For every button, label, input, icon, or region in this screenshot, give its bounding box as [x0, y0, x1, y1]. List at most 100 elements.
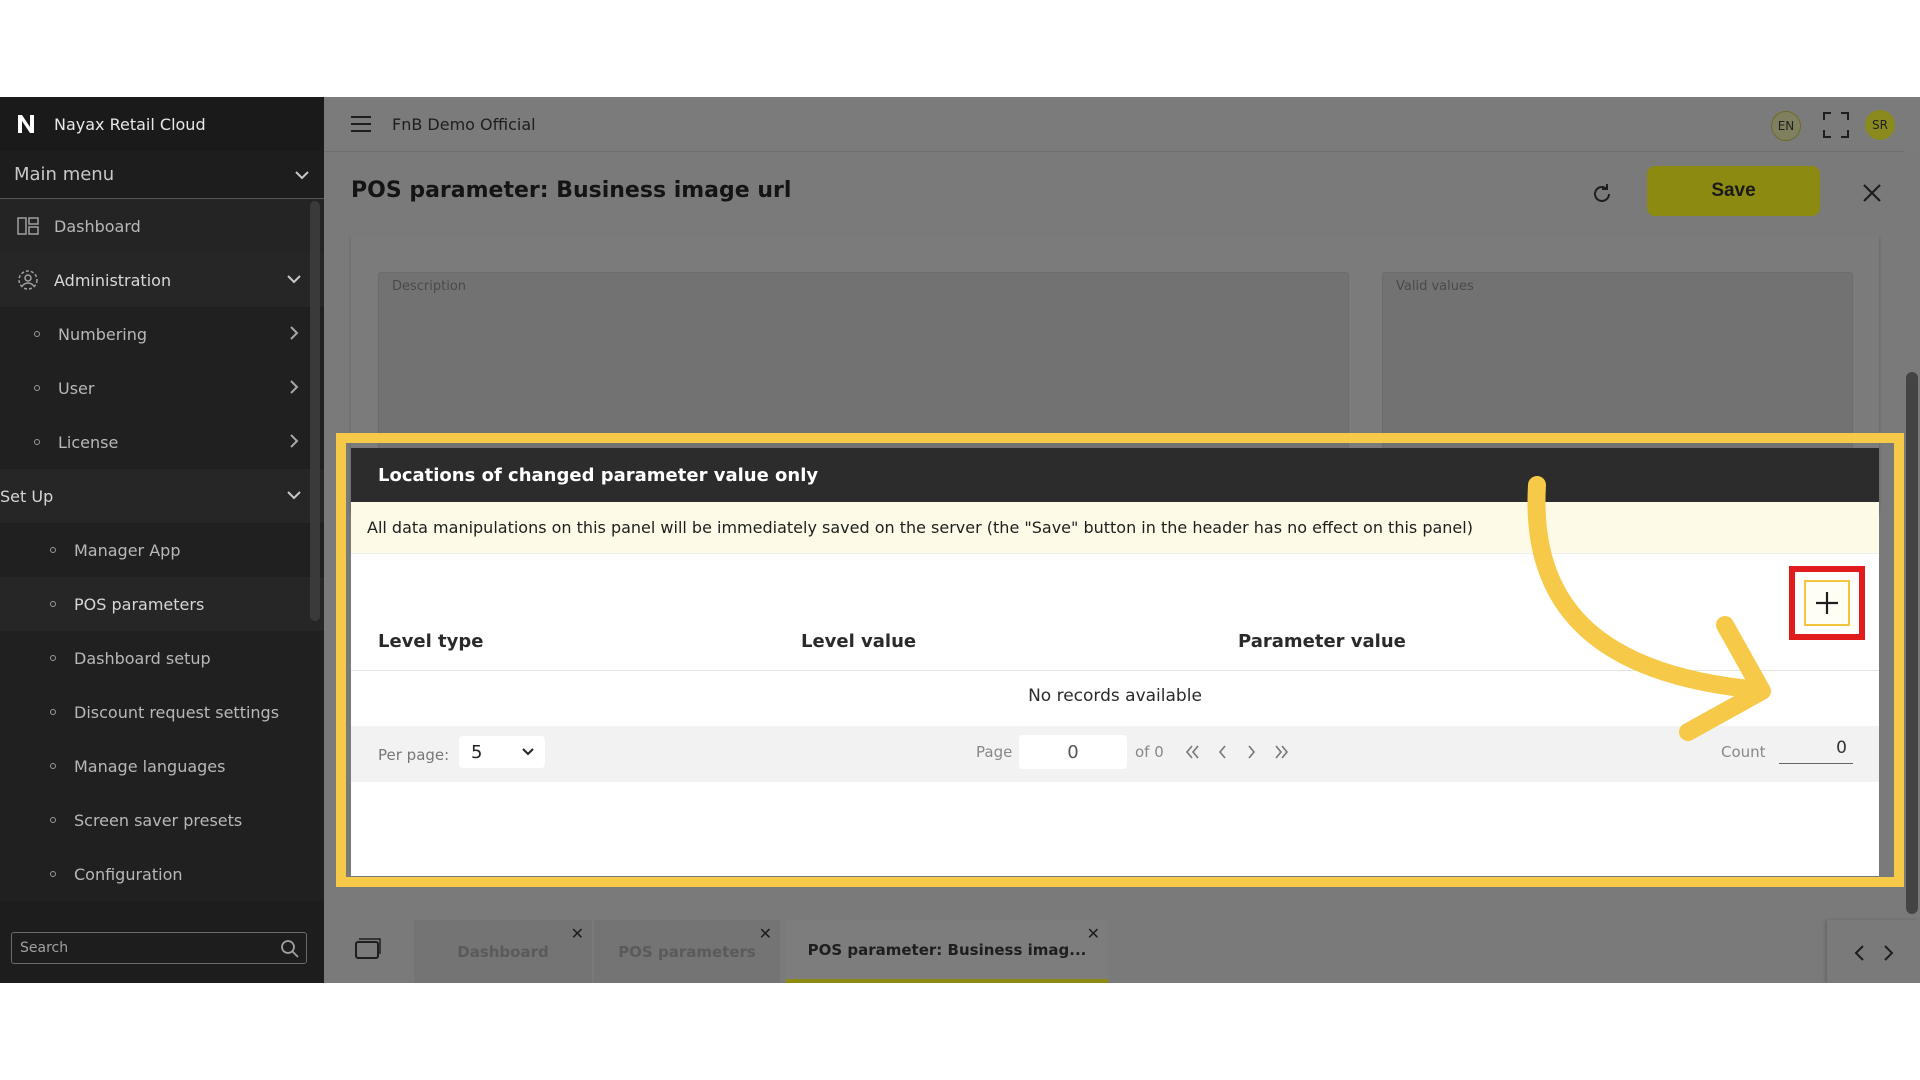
- tab-dashboard[interactable]: Dashboard ✕: [414, 920, 592, 983]
- description-label: Description: [392, 279, 467, 294]
- last-page-icon[interactable]: [1273, 743, 1291, 761]
- sidebar-search-input[interactable]: Search: [11, 932, 307, 964]
- sidebar-item-dashboard-setup[interactable]: Dashboard setup: [0, 631, 324, 685]
- chevron-right-icon[interactable]: [1879, 944, 1897, 962]
- sidebar: Nayax Retail Cloud Main menu Dashboard A…: [0, 97, 324, 983]
- bullet-icon: [34, 385, 40, 391]
- chevron-right-icon: [290, 326, 299, 340]
- plus-icon: [1816, 592, 1838, 614]
- sidebar-item-user[interactable]: User: [0, 361, 324, 415]
- column-header-parameter-value[interactable]: Parameter value: [1238, 631, 1406, 652]
- user-avatar[interactable]: SR: [1865, 110, 1895, 140]
- sidebar-item-setup[interactable]: Set Up: [0, 469, 324, 523]
- sidebar-item-label: License: [58, 432, 119, 452]
- sidebar-item-discount-request-settings[interactable]: Discount request settings: [0, 685, 324, 739]
- tab-navigation: [1827, 920, 1920, 983]
- tab-bar: Dashboard ✕ POS parameters ✕ POS paramet…: [324, 916, 1920, 983]
- bullet-icon: [34, 439, 40, 445]
- sidebar-item-label: Dashboard setup: [74, 648, 211, 668]
- sidebar-item-label: Manage languages: [74, 756, 226, 776]
- sidebar-item-label: Set Up: [0, 486, 54, 506]
- sidebar-item-label: Administration: [54, 270, 172, 290]
- first-page-icon[interactable]: [1183, 743, 1201, 761]
- dashboard-icon: [17, 217, 39, 235]
- bullet-icon: [50, 655, 56, 661]
- page-number-input[interactable]: 0: [1019, 735, 1127, 769]
- sidebar-item-label: POS parameters: [74, 594, 205, 614]
- search-placeholder: Search: [20, 940, 69, 956]
- sidebar-item-license[interactable]: License: [0, 415, 324, 469]
- save-button[interactable]: Save: [1647, 166, 1820, 216]
- brand-name: Nayax Retail Cloud: [54, 114, 206, 134]
- tab-close-icon[interactable]: ✕: [759, 924, 772, 943]
- bullet-icon: [50, 709, 56, 715]
- page-total: of 0: [1135, 743, 1164, 761]
- per-page-label: Per page:: [378, 746, 450, 764]
- count-value: 0: [1779, 738, 1853, 764]
- sidebar-item-label: Manager App: [74, 540, 181, 560]
- annotation-arrow-icon: [1527, 476, 1771, 741]
- page-label: Page: [976, 743, 1013, 761]
- tab-label: POS parameters: [618, 942, 756, 961]
- sidebar-scrollbar[interactable]: [310, 201, 320, 621]
- sidebar-item-label: Dashboard: [54, 216, 141, 236]
- nayax-logo-icon: [16, 113, 38, 135]
- tab-label: POS parameter: Business imag...: [807, 940, 1087, 959]
- chevron-down-icon: [522, 748, 534, 756]
- sidebar-item-label: Screen saver presets: [74, 810, 243, 830]
- bullet-icon: [50, 601, 56, 607]
- sidebar-item-label: User: [58, 378, 95, 398]
- bullet-icon: [50, 871, 56, 877]
- gear-user-icon: [18, 270, 38, 290]
- sidebar-item-pos-parameters[interactable]: POS parameters: [0, 577, 324, 631]
- main-menu-toggle[interactable]: Main menu: [0, 151, 324, 199]
- next-page-icon[interactable]: [1243, 743, 1261, 761]
- sidebar-item-label: Configuration: [74, 864, 183, 884]
- windows-icon[interactable]: [354, 938, 382, 962]
- close-icon[interactable]: [1861, 182, 1883, 204]
- hamburger-menu-icon[interactable]: [350, 115, 372, 133]
- tab-pos-parameter-business-image[interactable]: POS parameter: Business imag... ✕: [786, 920, 1108, 983]
- brand[interactable]: Nayax Retail Cloud: [0, 97, 324, 151]
- bullet-icon: [50, 817, 56, 823]
- sidebar-item-administration[interactable]: Administration: [0, 253, 324, 307]
- tab-pos-parameters[interactable]: POS parameters ✕: [594, 920, 780, 983]
- column-header-level-type[interactable]: Level type: [378, 631, 484, 652]
- page-title: POS parameter: Business image url: [351, 178, 792, 203]
- bullet-icon: [34, 331, 40, 337]
- tab-close-icon[interactable]: ✕: [1087, 924, 1100, 943]
- tab-close-icon[interactable]: ✕: [571, 924, 584, 943]
- per-page-select[interactable]: 5: [459, 736, 545, 768]
- refresh-icon[interactable]: [1590, 182, 1614, 206]
- chevron-down-icon: [287, 275, 301, 284]
- valid-values-label: Valid values: [1396, 279, 1474, 294]
- sidebar-item-label: Numbering: [58, 324, 148, 344]
- previous-page-icon[interactable]: [1213, 743, 1231, 761]
- chevron-right-icon: [290, 380, 299, 394]
- page-header: POS parameter: Business image url Save: [324, 151, 1904, 235]
- sidebar-item-manager-app[interactable]: Manager App: [0, 523, 324, 577]
- bullet-icon: [50, 763, 56, 769]
- chevron-right-icon: [290, 434, 299, 448]
- chevron-left-icon[interactable]: [1851, 944, 1869, 962]
- sidebar-item-configuration[interactable]: Configuration: [0, 847, 324, 901]
- column-header-level-value[interactable]: Level value: [801, 631, 916, 652]
- sidebar-item-manage-languages[interactable]: Manage languages: [0, 739, 324, 793]
- tab-label: Dashboard: [457, 942, 549, 961]
- search-icon[interactable]: [280, 939, 300, 959]
- bullet-icon: [50, 547, 56, 553]
- main-menu-label: Main menu: [14, 164, 115, 185]
- fullscreen-icon[interactable]: [1822, 111, 1850, 139]
- language-selector[interactable]: EN: [1771, 111, 1801, 141]
- sidebar-item-label: Discount request settings: [74, 702, 280, 722]
- per-page-value: 5: [471, 741, 483, 763]
- add-row-button[interactable]: [1804, 580, 1850, 626]
- main-scrollbar[interactable]: [1906, 372, 1918, 914]
- chevron-down-icon: [287, 491, 301, 500]
- chevron-down-icon: [295, 170, 309, 179]
- sidebar-item-numbering[interactable]: Numbering: [0, 307, 324, 361]
- top-bar: FnB Demo Official EN SR: [324, 97, 1920, 151]
- company-name: FnB Demo Official: [392, 114, 536, 134]
- sidebar-item-screen-saver-presets[interactable]: Screen saver presets: [0, 793, 324, 847]
- sidebar-item-dashboard[interactable]: Dashboard: [0, 199, 324, 253]
